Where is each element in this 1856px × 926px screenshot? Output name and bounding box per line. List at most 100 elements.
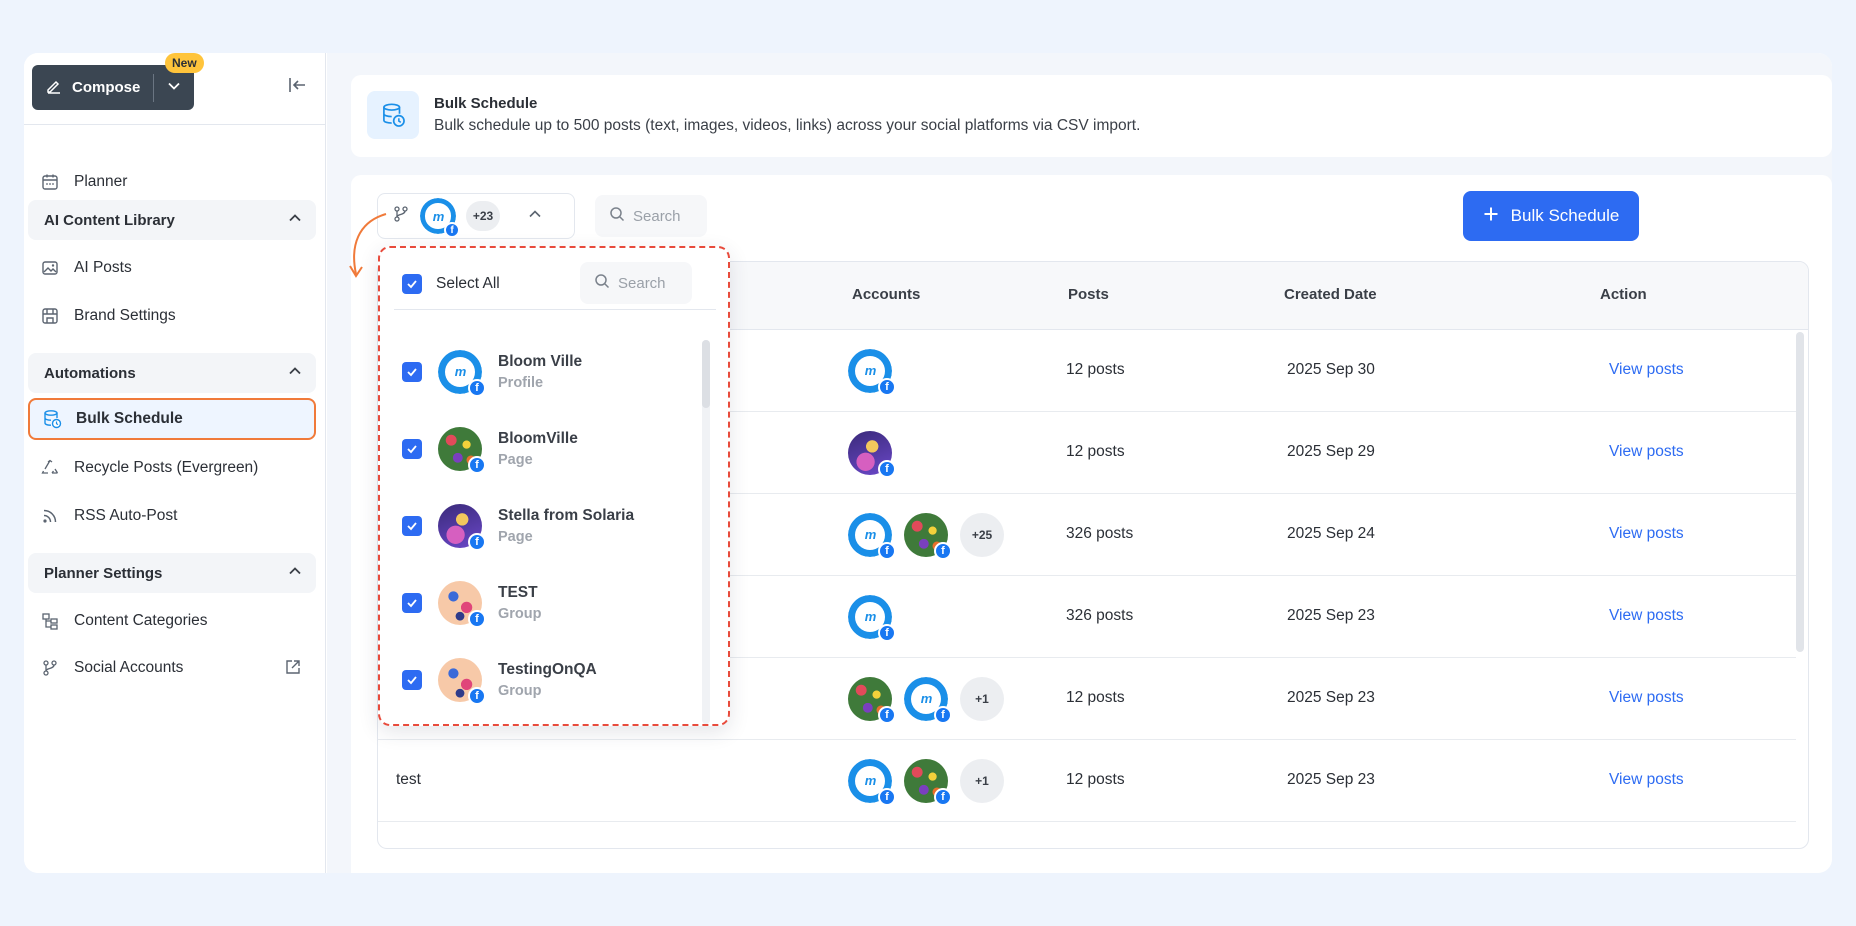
header-action: Action [1600,286,1647,303]
view-posts-link[interactable]: View posts [1609,525,1684,543]
compose-label: Compose [72,79,141,96]
collapse-left-icon [287,75,307,99]
dropdown-account-item[interactable]: f TestingOnQA Group [402,650,692,710]
chevron-up-icon [528,207,542,225]
table-scrollbar[interactable] [1796,332,1804,652]
database-clock-icon [367,91,419,139]
row-name: test [396,771,421,788]
row-posts: 326 posts [1066,607,1134,624]
checkbox-checked-icon[interactable] [402,516,422,536]
row-posts: 326 posts [1066,525,1134,542]
account-filter[interactable]: m f +23 [377,193,575,239]
checkbox-checked-icon[interactable] [402,670,422,690]
row-accounts: mf f +25 [848,513,1004,560]
facebook-icon: f [878,706,896,724]
plus-icon [1483,206,1499,227]
bulk-schedule-label: Bulk Schedule [1510,206,1620,225]
dropdown-account-item[interactable]: f TEST Group [402,573,692,633]
row-accounts: f mf +1 [848,677,1004,724]
sidebar-item-recycle-posts[interactable]: Recycle Posts (Evergreen) [28,447,316,489]
account-avatar: f [848,431,896,478]
sidebar-item-label: AI Posts [74,259,132,276]
account-avatar: f [438,658,486,705]
section-planner-settings[interactable]: Planner Settings [28,553,316,593]
bulk-schedule-button[interactable]: Bulk Schedule [1463,191,1639,241]
app-window: Compose New Planner AI Content Library A… [24,53,1832,873]
header-accounts: Accounts [852,286,921,303]
view-posts-link[interactable]: View posts [1609,443,1684,461]
chevron-up-icon [288,364,302,382]
account-info: TestingOnQA Group [498,661,597,699]
image-ai-icon [40,258,60,278]
rss-icon [40,506,60,526]
row-posts: 12 posts [1066,771,1125,788]
sidebar-item-content-categories[interactable]: Content Categories [28,600,316,642]
branch-icon [392,205,410,227]
view-posts-link[interactable]: View posts [1609,689,1684,707]
more-accounts-chip[interactable]: +1 [960,759,1004,803]
sidebar-item-label: Planner [74,173,128,190]
header-posts: Posts [1068,286,1109,303]
section-ai-content-library[interactable]: AI Content Library [28,200,316,240]
account-type: Page [498,529,533,545]
sidebar-item-brand-settings[interactable]: Brand Settings [28,295,316,337]
account-avatar: mf [438,350,486,397]
sidebar-item-rss-auto-post[interactable]: RSS Auto-Post [28,495,316,537]
page-title: Bulk Schedule [434,95,538,112]
account-avatar: mf [848,513,896,560]
sidebar-item-social-accounts[interactable]: Social Accounts [28,647,316,689]
row-accounts: mf f +1 [848,759,1004,806]
select-all-label: Select All [436,275,500,292]
checkbox-checked-icon[interactable] [402,439,422,459]
sidebar-item-bulk-schedule[interactable]: Bulk Schedule [28,398,316,440]
dropdown-account-item[interactable]: f Stella from Solaria Page [402,496,692,556]
search-icon [594,273,610,293]
dropdown-scrollbar[interactable] [702,340,710,724]
search-placeholder: Search [633,207,681,225]
section-label: Planner Settings [44,564,163,582]
more-accounts-chip[interactable]: +25 [960,513,1004,557]
account-avatar: mf [848,349,896,396]
search-placeholder: Search [618,274,666,292]
facebook-icon: f [878,378,896,396]
facebook-icon: f [934,542,952,560]
dropdown-account-item[interactable]: mf Bloom Ville Profile [402,342,692,402]
more-accounts-chip[interactable]: +1 [960,677,1004,721]
account-avatar: mf [848,595,896,642]
account-name: TEST [498,584,538,601]
sidebar-item-label: Content Categories [74,612,208,629]
sidebar-item-ai-posts[interactable]: AI Posts [28,247,316,289]
collapse-sidebar-button[interactable] [286,76,308,98]
account-name: BloomVille [498,430,578,447]
account-select-dropdown: Select All Search mf Bloom Ville Profile… [378,246,730,726]
dropdown-search-input[interactable]: Search [580,262,692,304]
sidebar-item-planner[interactable]: Planner [28,161,316,203]
view-posts-link[interactable]: View posts [1609,361,1684,379]
dropdown-account-item[interactable]: f BloomVille Page [402,419,692,479]
dropdown-header: Select All Search [394,262,716,310]
row-accounts: mf [848,595,896,642]
facebook-icon: f [468,533,486,551]
account-avatar: f [848,677,896,724]
row-created-date: 2025 Sep 24 [1287,525,1375,542]
account-name: Stella from Solaria [498,507,635,524]
select-all-checkbox[interactable]: Select All [402,274,500,294]
section-automations[interactable]: Automations [28,353,316,393]
checkbox-checked-icon[interactable] [402,593,422,613]
external-link-icon[interactable] [284,658,302,681]
account-type: Group [498,606,542,622]
account-info: BloomVille Page [498,430,578,468]
compose-main[interactable]: Compose [32,65,153,110]
sidebar-divider [24,124,326,125]
view-posts-link[interactable]: View posts [1609,607,1684,625]
view-posts-link[interactable]: View posts [1609,771,1684,789]
checkbox-checked-icon [402,274,422,294]
search-input[interactable]: Search [595,195,707,237]
facebook-icon: f [878,788,896,806]
account-avatar: m f [420,198,460,238]
branch-icon [40,658,60,678]
table-row: test mf f +1 12 posts 2025 Sep 23 View p… [378,740,1796,822]
dropdown-scrollbar-thumb[interactable] [702,340,710,408]
store-icon [40,306,60,326]
checkbox-checked-icon[interactable] [402,362,422,382]
